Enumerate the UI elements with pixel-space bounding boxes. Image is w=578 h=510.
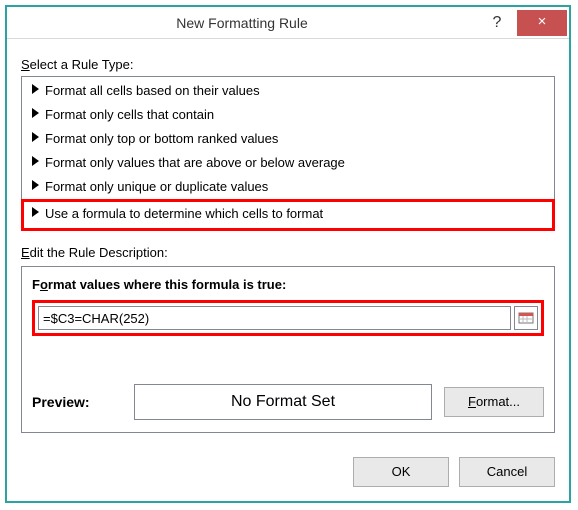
rule-type-item[interactable]: Format only top or bottom ranked values: [22, 127, 554, 151]
rule-type-item-selected[interactable]: Use a formula to determine which cells t…: [21, 199, 555, 231]
preview-row: Preview: No Format Set Format...: [32, 384, 544, 420]
dialog-title: New Formatting Rule: [7, 15, 477, 31]
rule-type-item[interactable]: Format only cells that contain: [22, 103, 554, 127]
rule-type-list: Format all cells based on their values F…: [21, 76, 555, 231]
triangle-right-icon: [32, 180, 39, 190]
range-selector-button[interactable]: [514, 306, 538, 330]
ok-button[interactable]: OK: [353, 457, 449, 487]
triangle-right-icon: [32, 84, 39, 94]
dialog-window: New Formatting Rule ? × Select a Rule Ty…: [5, 5, 571, 503]
dialog-content: Select a Rule Type: Format all cells bas…: [7, 39, 569, 445]
formula-input-row: [32, 300, 544, 336]
rule-type-item[interactable]: Format all cells based on their values: [22, 79, 554, 103]
titlebar: New Formatting Rule ? ×: [7, 7, 569, 39]
close-button[interactable]: ×: [517, 10, 567, 36]
preview-label: Preview:: [32, 394, 122, 410]
rule-type-item[interactable]: Format only values that are above or bel…: [22, 151, 554, 175]
cancel-button[interactable]: Cancel: [459, 457, 555, 487]
edit-description-label: Edit the Rule Description:: [21, 245, 555, 260]
formula-header-label: Format values where this formula is true…: [32, 277, 544, 292]
rule-description-box: Format values where this formula is true…: [21, 266, 555, 433]
format-button[interactable]: Format...: [444, 387, 544, 417]
formula-input[interactable]: [38, 306, 511, 330]
triangle-right-icon: [32, 108, 39, 118]
preview-box: No Format Set: [134, 384, 432, 420]
triangle-right-icon: [32, 132, 39, 142]
dialog-button-row: OK Cancel: [7, 445, 569, 487]
triangle-right-icon: [32, 156, 39, 166]
rule-type-section-label: Select a Rule Type:: [21, 57, 555, 72]
triangle-right-icon: [32, 207, 39, 217]
spreadsheet-ref-icon: [518, 310, 534, 326]
help-button[interactable]: ?: [477, 7, 517, 39]
rule-type-item[interactable]: Format only unique or duplicate values: [22, 175, 554, 199]
